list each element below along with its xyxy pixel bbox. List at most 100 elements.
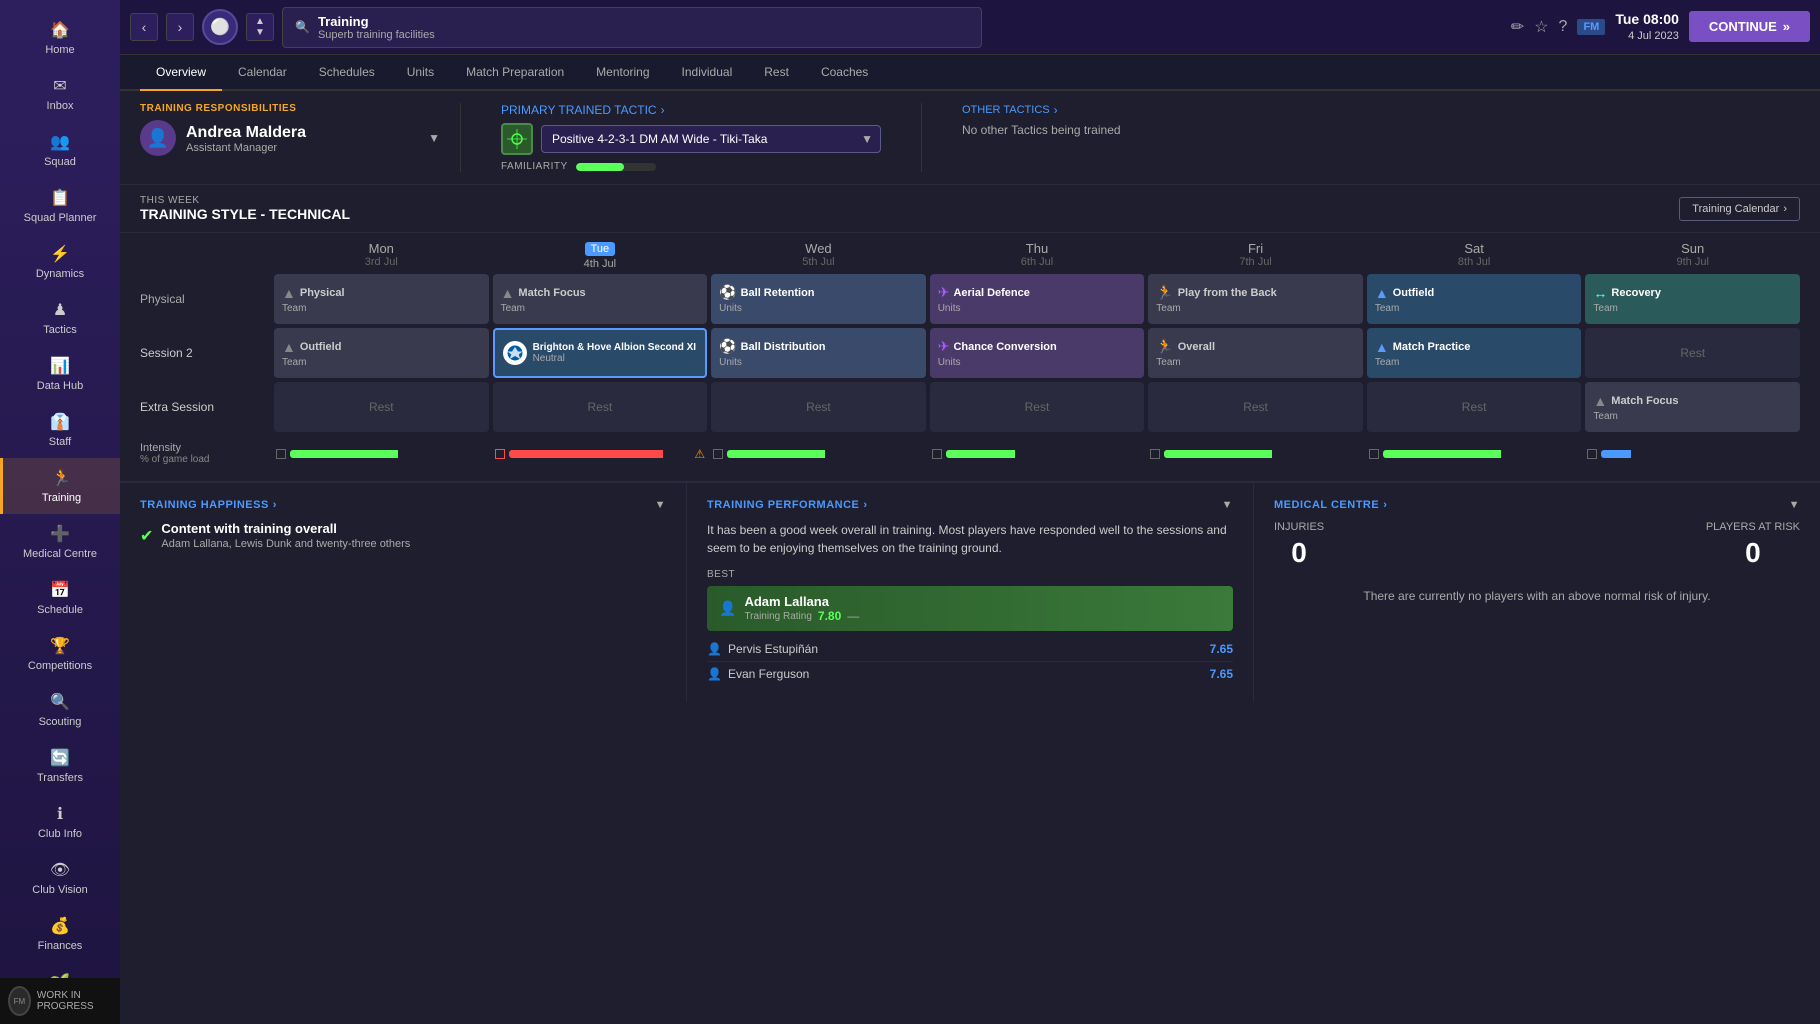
sidebar-item-home[interactable]: 🏠 Home — [0, 10, 120, 66]
session-1-tue[interactable]: ▲ Match Focus Team — [493, 274, 708, 324]
search-icon: 🔍 — [295, 20, 310, 34]
session-2-wed[interactable]: ⚽ Ball Distribution Units — [711, 328, 926, 378]
session-1-fri[interactable]: 🏃 Play from the Back Team — [1148, 274, 1363, 324]
nav-up-button[interactable]: ▲▼ — [246, 13, 274, 41]
tab-overview[interactable]: Overview — [140, 55, 222, 91]
responsibilities-section: TRAINING RESPONSIBILITIES 👤 Andrea Malde… — [140, 103, 440, 172]
happiness-title-link[interactable]: TRAINING HAPPINESS — [140, 499, 269, 511]
tab-rest[interactable]: Rest — [748, 55, 805, 91]
medical-title-link[interactable]: MEDICAL CENTRE — [1274, 499, 1379, 511]
sidebar-item-competitions[interactable]: 🏆 Competitions — [0, 626, 120, 682]
continue-label: CONTINUE — [1709, 19, 1777, 34]
sidebar-item-squad-planner[interactable]: 📋 Squad Planner — [0, 178, 120, 234]
day-mon: Mon 3rd Jul — [274, 241, 489, 270]
match-practice-sub: Team — [1375, 357, 1574, 368]
continue-button[interactable]: CONTINUE » — [1689, 11, 1810, 42]
tab-calendar[interactable]: Calendar — [222, 55, 303, 91]
session-2-thu[interactable]: ✈ Chance Conversion Units — [930, 328, 1145, 378]
sidebar: 🏠 Home ✉ Inbox 👥 Squad 📋 Squad Planner ⚡… — [0, 0, 120, 1024]
best-player-row[interactable]: 👤 Adam Lallana Training Rating 7.80 — — [707, 586, 1233, 631]
sidebar-item-transfers[interactable]: 🔄 Transfers — [0, 738, 120, 794]
sidebar-item-club-info[interactable]: ℹ Club Info — [0, 794, 120, 850]
sidebar-label-tactics: Tactics — [43, 324, 77, 336]
sidebar-item-medical[interactable]: ➕ Medical Centre — [0, 514, 120, 570]
aerial-icon: ✈ — [938, 284, 950, 301]
tactic-dropdown[interactable]: Positive 4-2-3-1 DM AM Wide - Tiki-Taka — [541, 125, 881, 153]
overall-icon: 🏃 — [1156, 338, 1173, 355]
sidebar-item-training[interactable]: 🏃 Training — [0, 458, 120, 514]
ball-retention-icon: ⚽ — [719, 284, 736, 301]
extra-tue[interactable]: Rest — [493, 382, 708, 432]
training-calendar-button[interactable]: Training Calendar › — [1679, 197, 1800, 221]
sidebar-item-tactics[interactable]: ♟ Tactics — [0, 290, 120, 346]
other-tactics-label[interactable]: OTHER TACTICS — [962, 104, 1050, 116]
sidebar-label-inbox: Inbox — [47, 100, 74, 112]
tab-units[interactable]: Units — [391, 55, 450, 91]
club-home-button[interactable]: ⚪ — [202, 9, 238, 45]
session-2-sun[interactable]: Rest — [1585, 328, 1800, 378]
extra-mon[interactable]: Rest — [274, 382, 489, 432]
sidebar-item-finances[interactable]: 💰 Finances — [0, 906, 120, 962]
session-1-sat[interactable]: ▲ Outfield Team — [1367, 274, 1582, 324]
player-row-1[interactable]: 👤 Pervis Estupiñán 7.65 — [707, 637, 1233, 662]
responsibilities-expand-icon[interactable]: ▼ — [428, 131, 440, 145]
session-1-sun[interactable]: ↔ Recovery Team — [1585, 274, 1800, 324]
session-2-fri[interactable]: 🏃 Overall Team — [1148, 328, 1363, 378]
sidebar-item-staff[interactable]: 👔 Staff — [0, 402, 120, 458]
performance-toggle[interactable]: ▼ — [1222, 499, 1233, 511]
inbox-icon: ✉ — [53, 76, 66, 96]
player-row-2[interactable]: 👤 Evan Ferguson 7.65 — [707, 662, 1233, 686]
extra-sun[interactable]: ▲ Match Focus Team — [1585, 382, 1800, 432]
session-1-mon[interactable]: ▲ Physical Team — [274, 274, 489, 324]
player-1-name: 👤 Pervis Estupiñán — [707, 642, 818, 656]
home-icon: 🏠 — [50, 20, 70, 40]
performance-title-icon: › — [863, 499, 867, 511]
tab-match-prep[interactable]: Match Preparation — [450, 55, 580, 91]
sidebar-item-data-hub[interactable]: 📊 Data Hub — [0, 346, 120, 402]
sidebar-item-scouting[interactable]: 🔍 Scouting — [0, 682, 120, 738]
tab-individual[interactable]: Individual — [666, 55, 749, 91]
nav-back-button[interactable]: ‹ — [130, 13, 158, 41]
intensity-mon — [274, 442, 489, 465]
extra-sat[interactable]: Rest — [1367, 382, 1582, 432]
at-risk-label: PLAYERS AT RISK — [1706, 521, 1800, 533]
sidebar-item-inbox[interactable]: ✉ Inbox — [0, 66, 120, 122]
tactic-dropdown-wrapper[interactable]: Positive 4-2-3-1 DM AM Wide - Tiki-Taka … — [541, 125, 881, 153]
work-in-progress: FM WORK IN PROGRESS — [0, 978, 120, 1024]
performance-title-link[interactable]: TRAINING PERFORMANCE — [707, 499, 859, 511]
session-2-mon[interactable]: ▲ Outfield Team — [274, 328, 489, 378]
match-focus-sub: Team — [501, 303, 700, 314]
this-week-label: THIS WEEK — [140, 195, 350, 206]
datetime: Tue 08:00 4 Jul 2023 — [1615, 10, 1679, 45]
tab-coaches[interactable]: Coaches — [805, 55, 884, 91]
schedule-grid: Mon 3rd Jul Tue 4th Jul Wed 5th Jul Thu … — [120, 233, 1820, 481]
primary-tactic-label[interactable]: PRIMARY TRAINED TACTIC — [501, 103, 657, 117]
manager-name: Andrea Maldera — [186, 124, 306, 142]
nav-forward-button[interactable]: › — [166, 13, 194, 41]
tab-mentoring[interactable]: Mentoring — [580, 55, 665, 91]
star-icon[interactable]: ☆ — [1534, 17, 1548, 37]
sidebar-item-club-vision[interactable]: 👁 Club Vision — [0, 850, 120, 906]
sidebar-item-schedule[interactable]: 📅 Schedule — [0, 570, 120, 626]
session-1-thu[interactable]: ✈ Aerial Defence Units — [930, 274, 1145, 324]
happiness-toggle[interactable]: ▼ — [655, 499, 666, 511]
session-2-sat[interactable]: ▲ Match Practice Team — [1367, 328, 1582, 378]
day-headers: Mon 3rd Jul Tue 4th Jul Wed 5th Jul Thu … — [140, 233, 1800, 274]
extra-fri[interactable]: Rest — [1148, 382, 1363, 432]
tab-schedules[interactable]: Schedules — [303, 55, 391, 91]
session-2-tue[interactable]: Brighton & Hove Albion Second XI Neutral — [493, 328, 708, 378]
medical-centre-panel: MEDICAL CENTRE › ▼ INJURIES 0 PLAYERS AT… — [1254, 483, 1820, 702]
edit-icon[interactable]: ✏ — [1511, 17, 1524, 37]
extra-wed[interactable]: Rest — [711, 382, 926, 432]
player-2-icon: 👤 — [707, 667, 722, 681]
medical-toggle[interactable]: ▼ — [1789, 499, 1800, 511]
extra-thu[interactable]: Rest — [930, 382, 1145, 432]
intensity-row: Intensity % of game load ⚠ — [140, 436, 1800, 471]
outfield2-type: Outfield — [300, 341, 342, 353]
session-1-wed[interactable]: ⚽ Ball Retention Units — [711, 274, 926, 324]
help-icon[interactable]: ? — [1559, 18, 1568, 36]
sidebar-item-dynamics[interactable]: ⚡ Dynamics — [0, 234, 120, 290]
sidebar-item-squad[interactable]: 👥 Squad — [0, 122, 120, 178]
happiness-content: ✔ Content with training overall Adam Lal… — [140, 521, 666, 550]
performance-summary: It has been a good week overall in train… — [707, 521, 1233, 557]
